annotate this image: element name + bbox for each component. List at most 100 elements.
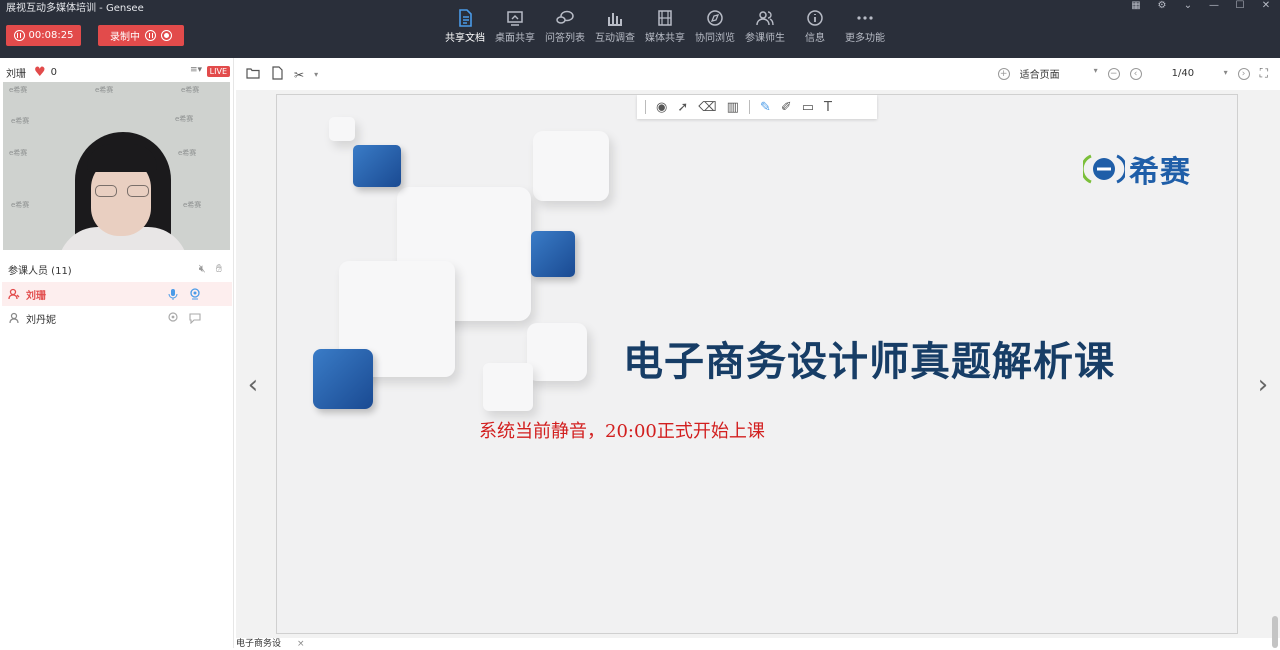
presenter-name: 刘珊 bbox=[6, 68, 26, 80]
xisai-logo-mark bbox=[1083, 154, 1125, 184]
document-toolbar: ✂ ▾ + 适合页面 ▾ − ‹ 1/40 ▾ › ⛶ bbox=[236, 58, 1280, 90]
scrollbar-thumb[interactable] bbox=[1272, 616, 1278, 648]
mute-all-icon[interactable]: 🔇︎ bbox=[199, 262, 206, 276]
slide-notice: 系统当前静音，20:00正式开始上课 bbox=[479, 421, 765, 442]
nav-more[interactable]: 更多功能 bbox=[840, 8, 890, 52]
timer-button[interactable]: 00:08:25 bbox=[6, 25, 81, 46]
wall-text: e希赛 bbox=[11, 117, 30, 125]
next-slide-arrow-icon[interactable]: › bbox=[1246, 335, 1280, 435]
highlighter-icon[interactable]: ✎ bbox=[760, 100, 771, 115]
live-badge: LIVE bbox=[206, 66, 230, 77]
document-icon bbox=[459, 9, 472, 27]
blue-square bbox=[353, 145, 401, 187]
presenter-video: e希赛 e希赛 e希赛 e希赛 e希赛 e希赛 e希赛 e希赛 e希赛 bbox=[3, 82, 230, 250]
rectangle-icon[interactable]: ▭ bbox=[802, 100, 814, 115]
participant-row[interactable]: 刘丹妮 bbox=[2, 306, 232, 330]
timer-text: 00:08:25 bbox=[28, 30, 74, 41]
window-controls: ▦ ⚙ ⌄ — ☐ ✕ bbox=[1130, 0, 1272, 12]
participant-row-host[interactable]: 刘珊 bbox=[2, 282, 232, 306]
people-icon bbox=[756, 11, 774, 26]
presenter-user-icon bbox=[8, 288, 20, 300]
chat-icon[interactable] bbox=[189, 312, 201, 324]
text-tool-icon[interactable]: T bbox=[824, 100, 832, 115]
maximize-icon[interactable]: ☐ bbox=[1234, 1, 1246, 11]
settings-gear-icon[interactable]: ⚙ bbox=[1156, 1, 1168, 11]
wall-text: e希赛 bbox=[175, 115, 194, 123]
annotation-toolbar: ◉ ➚ ⌫ ▥ ✎ ✐ ▭ T bbox=[637, 95, 877, 119]
prev-page-icon[interactable]: ‹ bbox=[1129, 67, 1142, 80]
wall-text: e希赛 bbox=[181, 86, 200, 94]
window-title: 展视互动多媒体培训 - Gensee bbox=[6, 3, 144, 14]
record-label: 录制中 bbox=[110, 32, 140, 43]
logo-text: 希赛 bbox=[1129, 155, 1191, 190]
wall-text: e希赛 bbox=[183, 201, 202, 209]
scissors-dropdown-icon[interactable]: ▾ bbox=[314, 70, 318, 79]
scissors-icon[interactable]: ✂ bbox=[294, 68, 304, 82]
chevron-down-icon: ▾ bbox=[1093, 66, 1098, 75]
deco-card bbox=[329, 117, 355, 141]
collapse-chevron-icon[interactable]: ⌄ bbox=[1182, 1, 1194, 11]
participant-name: 刘珊 bbox=[26, 290, 46, 302]
clear-brush-icon[interactable]: ▥ bbox=[727, 100, 739, 115]
blue-square bbox=[313, 349, 373, 409]
more-icon bbox=[857, 16, 873, 20]
nav-shared-docs[interactable]: 共享文档 bbox=[440, 8, 490, 52]
document-tab[interactable]: 电子商务设 × bbox=[236, 638, 305, 649]
info-icon bbox=[807, 10, 823, 26]
compass-icon bbox=[707, 10, 723, 26]
eraser-icon[interactable]: ⌫ bbox=[698, 100, 716, 115]
desktop-icon bbox=[507, 11, 523, 26]
deco-card bbox=[533, 131, 609, 201]
nav-qa-list[interactable]: 问答列表 bbox=[540, 8, 590, 52]
record-stop-icon[interactable] bbox=[161, 30, 172, 41]
cursor-arrow-icon[interactable]: ➚ bbox=[677, 100, 688, 115]
zoom-in-icon[interactable]: + bbox=[997, 67, 1010, 80]
list-menu-icon[interactable]: ≡▾ bbox=[190, 65, 202, 75]
wall-text: e希赛 bbox=[9, 149, 28, 157]
participant-name: 刘丹妮 bbox=[26, 314, 56, 326]
new-document-icon[interactable] bbox=[270, 66, 284, 83]
document-stage: ‹ › 希赛 电子商务设计师真题解析课 系统当前静音，20:00正式开始上课 ◉… bbox=[236, 90, 1280, 638]
hand-raise-icon[interactable]: ✋︎ bbox=[216, 262, 222, 276]
survey-chart-icon bbox=[608, 13, 622, 26]
document-tab-label: 电子商务设 bbox=[236, 639, 282, 649]
close-tab-icon[interactable]: × bbox=[297, 638, 305, 649]
user-icon bbox=[8, 312, 20, 324]
zoom-value: 适合页面 bbox=[1019, 70, 1060, 81]
fullscreen-icon[interactable]: ⛶ bbox=[1260, 66, 1268, 81]
wall-text: e希赛 bbox=[11, 201, 30, 209]
nav-co-browse[interactable]: 协同浏览 bbox=[690, 8, 740, 52]
zoom-select[interactable]: 适合页面 ▾ bbox=[1020, 66, 1098, 81]
like-count: 0 bbox=[50, 66, 58, 78]
wall-text: e希赛 bbox=[178, 149, 197, 157]
nav-info[interactable]: 信息 bbox=[790, 8, 840, 52]
record-button[interactable]: 录制中 bbox=[98, 25, 184, 46]
nav-media-share[interactable]: 媒体共享 bbox=[640, 8, 690, 52]
camera-icon[interactable] bbox=[189, 288, 201, 300]
nav-participants[interactable]: 参课师生 bbox=[740, 8, 790, 52]
record-pause-icon[interactable] bbox=[145, 30, 156, 41]
participants-count: 参课人员 (11) bbox=[8, 265, 72, 277]
nav-survey[interactable]: 互动调查 bbox=[590, 8, 640, 52]
toolbar-divider bbox=[645, 100, 646, 114]
slide-page: 希赛 电子商务设计师真题解析课 系统当前静音，20:00正式开始上课 ◉ ➚ ⌫… bbox=[276, 94, 1238, 634]
page-indicator: 1/40 bbox=[1171, 68, 1195, 79]
open-folder-icon[interactable] bbox=[246, 66, 260, 83]
camera-off-icon[interactable] bbox=[167, 312, 179, 324]
toolbar-divider bbox=[748, 100, 750, 114]
wall-text: e希赛 bbox=[95, 86, 114, 94]
page-select[interactable]: 1/40 ▾ bbox=[1152, 68, 1228, 79]
zoom-out-icon[interactable]: − bbox=[1107, 67, 1120, 80]
nav-desktop-share[interactable]: 桌面共享 bbox=[490, 8, 540, 52]
next-page-icon[interactable]: › bbox=[1237, 67, 1250, 80]
close-icon[interactable]: ✕ bbox=[1260, 1, 1272, 11]
blue-square bbox=[531, 231, 575, 277]
heart-icon[interactable]: ♥ bbox=[34, 65, 46, 80]
chevron-down-icon: ▾ bbox=[1223, 68, 1228, 77]
microphone-icon[interactable] bbox=[167, 288, 179, 300]
minimize-icon[interactable]: — bbox=[1208, 1, 1220, 11]
laser-pointer-icon[interactable]: ◉ bbox=[656, 100, 667, 115]
layout-icon[interactable]: ▦ bbox=[1130, 1, 1142, 11]
prev-slide-arrow-icon[interactable]: ‹ bbox=[236, 335, 270, 435]
pen-icon[interactable]: ✐ bbox=[781, 100, 792, 115]
